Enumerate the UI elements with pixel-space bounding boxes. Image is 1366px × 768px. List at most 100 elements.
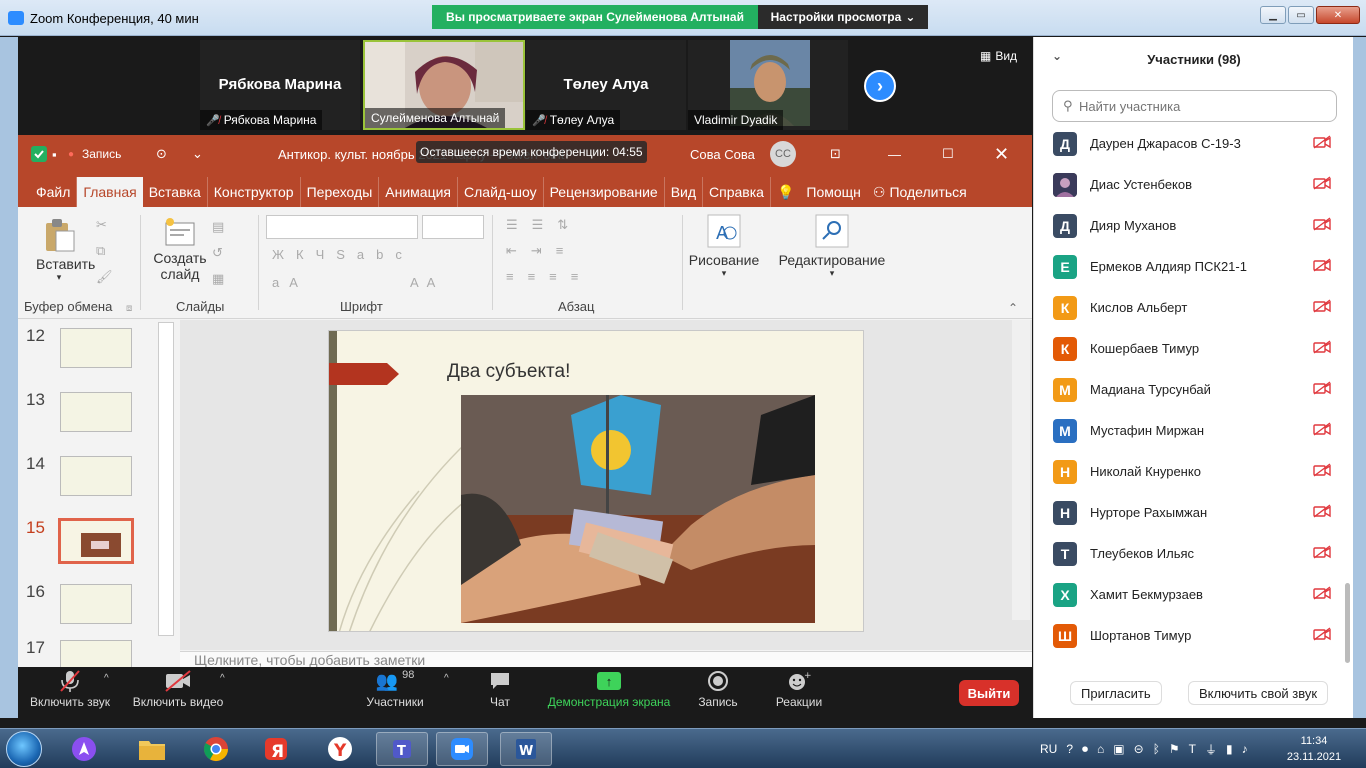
file-explorer-icon[interactable] (126, 732, 178, 766)
flag-icon[interactable]: ⚑ (1169, 742, 1180, 756)
format-painter-icon[interactable]: 🖌 (96, 269, 113, 285)
collapse-ribbon-icon[interactable]: ⌃ (1008, 301, 1018, 315)
drawing-button[interactable]: A Рисование ▾ (686, 213, 762, 279)
thumbnail-row[interactable]: 16 (18, 582, 178, 632)
align-icons[interactable]: ≡≡≡≡ (506, 269, 592, 284)
chevron-up-icon[interactable]: ^ (104, 673, 109, 684)
unmute-button[interactable]: ^ Включить звук (26, 667, 114, 718)
thumbnail-row[interactable]: 17 (18, 638, 178, 667)
participants-scrollbar[interactable] (1345, 583, 1350, 663)
teams-icon[interactable]: T (376, 732, 428, 766)
list-icons[interactable]: ☰☰⇅ (506, 217, 582, 233)
participant-search[interactable]: ⚲ (1052, 90, 1337, 122)
reset-icon[interactable]: ↺ (212, 245, 223, 261)
slide-thumbnail-selected[interactable] (58, 518, 134, 564)
video-tile-active[interactable]: Сулейменова Алтынай (363, 40, 525, 130)
chevron-up-icon[interactable]: ^ (220, 673, 225, 684)
alice-assistant-icon[interactable] (58, 732, 110, 766)
participant-row[interactable]: М Мустафин Миржан (1034, 418, 1354, 459)
tab-transitions[interactable]: Переходы (301, 177, 380, 207)
leave-button[interactable]: Выйти (959, 680, 1019, 706)
next-videos-button[interactable]: › (864, 70, 896, 102)
chevron-up-icon[interactable]: ^ (444, 673, 449, 684)
font-format-icons[interactable]: ЖКЧSabc (272, 247, 414, 262)
slide-thumbnail[interactable] (60, 392, 132, 432)
chat-button[interactable]: Чат (480, 667, 520, 718)
tab-insert[interactable]: Вставка (143, 177, 208, 207)
dialog-launcher-icon[interactable]: ⧈ (126, 303, 132, 314)
tab-file[interactable]: Файл (30, 177, 78, 207)
record-tray-icon[interactable]: ⏺ (1082, 742, 1088, 757)
new-slide-button[interactable]: Создать слайд (152, 217, 208, 282)
chrome-icon[interactable] (190, 732, 242, 766)
slide-thumbnail[interactable] (60, 456, 132, 496)
notes-pane[interactable]: Щелкните, чтобы добавить заметки (180, 651, 1032, 667)
slide-thumbnail[interactable] (60, 584, 132, 624)
participant-row[interactable]: Т Тлеубеков Ильяс (1034, 541, 1354, 582)
participant-row[interactable]: Д Даурен Джарасов С-19-3 (1034, 131, 1354, 172)
ppt-maximize-icon[interactable]: ☐ (942, 135, 954, 173)
volume-icon[interactable]: ♪ (1242, 742, 1248, 756)
tell-me-button[interactable]: Помощн (800, 177, 867, 207)
thumbnail-row-selected[interactable]: 15 (18, 518, 178, 568)
chevron-down-icon[interactable]: ⌄ (1052, 49, 1062, 63)
indent-icons[interactable]: ⇤⇥≡ (506, 243, 577, 259)
participant-row[interactable]: К Кошербаев Тимур (1034, 336, 1354, 377)
zoom-taskbar-icon[interactable] (436, 732, 488, 766)
video-tile[interactable]: Vladimir Dyadik (688, 40, 848, 130)
bluetooth-icon[interactable]: ᛒ (1153, 742, 1160, 756)
participant-row[interactable]: К Кислов Альберт (1034, 295, 1354, 336)
record-button[interactable]: Запись (694, 667, 742, 718)
slide-title[interactable]: Два субъекта! (447, 361, 570, 383)
tab-design[interactable]: Конструктор (208, 177, 301, 207)
cut-icon[interactable]: ✂ (96, 217, 107, 233)
ppt-minimize-icon[interactable]: — (888, 135, 901, 173)
slide-scrollbar[interactable] (1012, 320, 1030, 620)
help-icon[interactable]: ? (1066, 742, 1073, 756)
slide-thumbnail[interactable] (60, 328, 132, 368)
share-screen-button[interactable]: ↑ Демонстрация экрана (544, 667, 674, 718)
participants-button[interactable]: 👥 98 ^ Участники (364, 667, 448, 718)
share-button[interactable]: ⚇ Поделиться (867, 177, 973, 207)
language-indicator[interactable]: RU (1040, 742, 1057, 756)
video-tile[interactable]: Рябкова Марина 🎤̸ Рябкова Марина (200, 40, 360, 130)
lightbulb-icon[interactable]: 💡 (771, 177, 800, 207)
participant-row[interactable]: М Мадиана Турсунбай (1034, 377, 1354, 418)
clock[interactable]: 11:34 23.11.2021 (1284, 733, 1344, 765)
participant-row[interactable]: Диас Устенбеков (1034, 172, 1354, 213)
paste-button[interactable]: Вставить ▾ (36, 217, 95, 283)
tab-review[interactable]: Рецензирование (544, 177, 665, 207)
copy-icon[interactable]: ⧉ (96, 243, 105, 259)
participant-row[interactable]: Н Нурторе Рахымжан (1034, 500, 1354, 541)
font-name-combo[interactable] (266, 215, 418, 239)
video-tile[interactable]: Төлеу Алуа 🎤̸ Төлеу Алуа (526, 40, 686, 130)
thumbnail-row[interactable]: 12 (18, 326, 178, 376)
signal-icon[interactable]: ▮ (1226, 742, 1233, 756)
slide-thumbnail[interactable] (60, 640, 132, 667)
font-color-icons[interactable]: aA (272, 275, 308, 290)
word-icon[interactable]: W (500, 732, 552, 766)
current-slide[interactable]: Два субъекта! (328, 330, 864, 632)
participant-row[interactable]: Н Николай Кнуренко (1034, 459, 1354, 500)
tab-view[interactable]: Вид (665, 177, 704, 207)
view-settings-button[interactable]: Настройки просмотра ⌄ (758, 5, 928, 29)
reactions-button[interactable]: + Реакции (772, 667, 826, 718)
user-avatar[interactable]: СС (770, 141, 796, 167)
ribbon-display-icon[interactable]: ⊡ (830, 135, 841, 173)
participant-row[interactable]: Х Хамит Бекмурзаев (1034, 582, 1354, 623)
tab-help[interactable]: Справка (703, 177, 771, 207)
close-button[interactable]: ✕ (1316, 6, 1360, 24)
network-tray-icon[interactable]: ⌂ (1097, 742, 1104, 756)
tab-home[interactable]: Главная (77, 177, 143, 207)
antivirus-tray-icon[interactable]: ⊝ (1134, 742, 1144, 756)
zoom-tray-icon[interactable]: ▣ (1113, 742, 1124, 756)
participant-row[interactable]: Ш Шортанов Тимур (1034, 623, 1354, 663)
thumbnails-scrollbar[interactable] (158, 322, 174, 636)
invite-button[interactable]: Пригласить (1070, 681, 1162, 705)
ppt-close-icon[interactable]: ✕ (994, 135, 1009, 173)
thumbnail-row[interactable]: 13 (18, 390, 178, 440)
participant-row[interactable]: Е Ермеков Алдияр ПСК21-1 (1034, 254, 1354, 295)
participant-row[interactable]: Д Дияр Муханов (1034, 213, 1354, 254)
tab-animation[interactable]: Анимация (379, 177, 458, 207)
search-input[interactable] (1079, 97, 1329, 115)
